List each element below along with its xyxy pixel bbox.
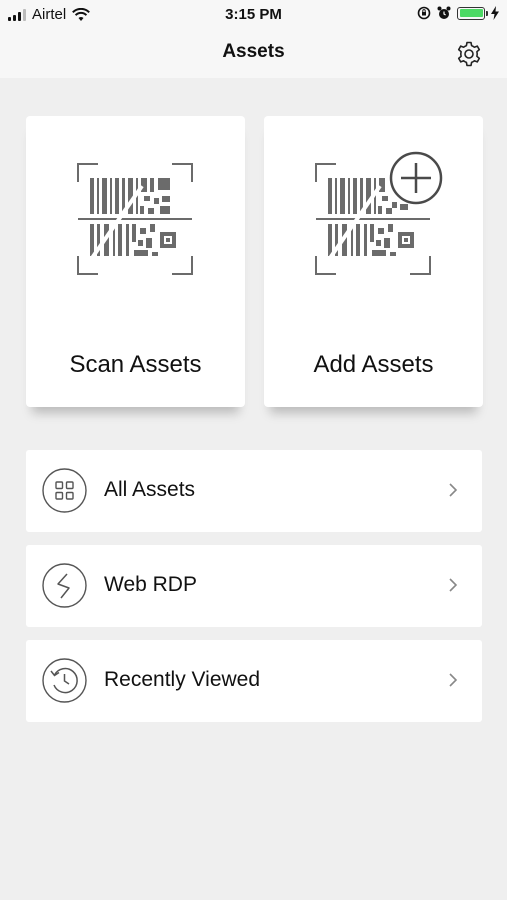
history-clock-icon [42, 658, 87, 703]
list-item-recently-viewed[interactable]: Recently Viewed [26, 640, 482, 722]
charging-icon [491, 6, 499, 20]
remote-desktop-icon [42, 563, 87, 608]
status-right [417, 6, 499, 20]
navigation-bar: Assets [0, 30, 507, 78]
settings-gear-icon[interactable] [455, 40, 483, 68]
all-assets-label: All Assets [104, 478, 196, 501]
scan-assets-label: Scan Assets [69, 351, 202, 378]
list-item-web-rdp[interactable]: Web RDP [26, 545, 482, 627]
barcode-scan-icon [77, 163, 193, 275]
chevron-right-icon [449, 578, 458, 592]
barcode-add-icon [315, 151, 443, 275]
recently-viewed-label: Recently Viewed [104, 668, 261, 691]
status-bar: Airtel 3:15 PM [0, 0, 507, 30]
battery-icon [457, 6, 488, 20]
web-rdp-label: Web RDP [104, 573, 197, 596]
rotation-lock-icon [417, 6, 431, 20]
chevron-right-icon [449, 673, 458, 687]
grid-icon [42, 468, 87, 513]
chevron-right-icon [449, 483, 458, 497]
list-item-all-assets[interactable]: All Assets [26, 450, 482, 532]
add-assets-label: Add Assets [313, 351, 434, 378]
add-assets-tile[interactable]: Add Assets [264, 116, 483, 407]
scan-assets-tile[interactable]: Scan Assets [26, 116, 245, 407]
alarm-icon [437, 6, 451, 19]
page-title: Assets [222, 41, 285, 62]
